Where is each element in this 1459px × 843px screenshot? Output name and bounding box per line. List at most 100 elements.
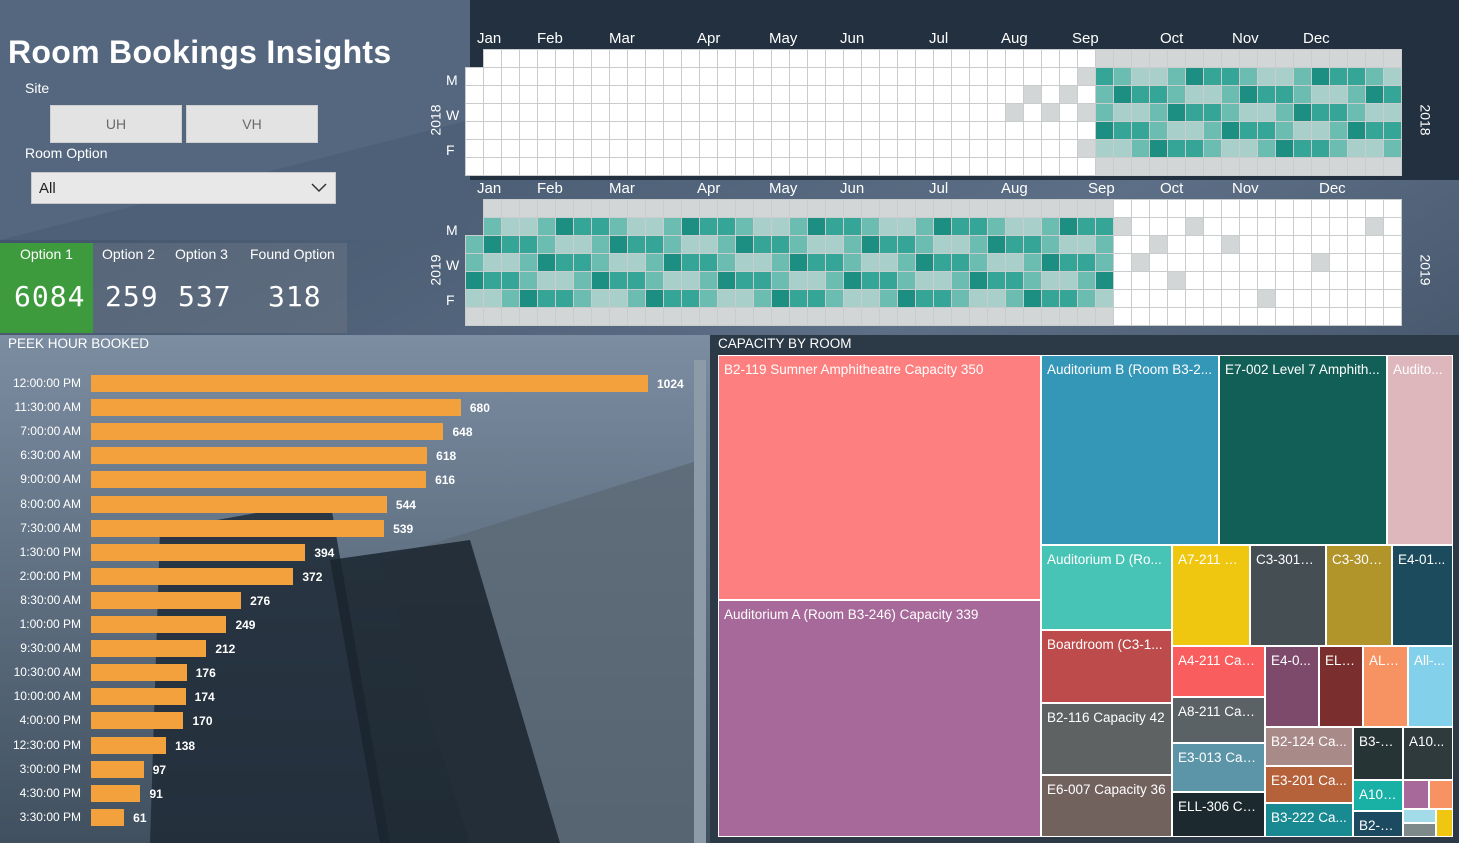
calendar-cell[interactable] (1311, 307, 1330, 326)
calendar-cell[interactable] (771, 217, 790, 236)
calendar-cell[interactable] (1329, 271, 1348, 290)
calendar-cell[interactable] (483, 253, 502, 272)
calendar-cell[interactable] (1077, 67, 1096, 86)
calendar-cell[interactable] (1275, 85, 1294, 104)
calendar-cell[interactable] (789, 67, 808, 86)
calendar-cell[interactable] (897, 199, 916, 218)
calendar-cell[interactable] (501, 289, 520, 308)
calendar-cell[interactable] (843, 139, 862, 158)
calendar-cell[interactable] (771, 235, 790, 254)
calendar-cell[interactable] (699, 235, 718, 254)
calendar-cell[interactable] (879, 217, 898, 236)
calendar-cell[interactable] (1365, 121, 1384, 140)
treemap-tile[interactable]: Auditorium A (Room B3-246) Capacity 339 (718, 600, 1041, 837)
calendar-cell[interactable] (663, 139, 682, 158)
calendar-cell[interactable] (717, 289, 736, 308)
calendar-cell[interactable] (771, 199, 790, 218)
calendar-cell[interactable] (717, 253, 736, 272)
kpi-label-option-3[interactable]: Option 3 (169, 243, 228, 265)
calendar-cell[interactable] (1131, 121, 1150, 140)
calendar-cell[interactable] (789, 217, 808, 236)
calendar-cell[interactable] (771, 157, 790, 176)
treemap-tile-small[interactable] (1436, 809, 1453, 837)
calendar-cell[interactable] (681, 271, 700, 290)
calendar-cell[interactable] (825, 67, 844, 86)
calendar-cell[interactable] (987, 199, 1006, 218)
calendar-cell[interactable] (735, 157, 754, 176)
calendar-cell[interactable] (591, 85, 610, 104)
treemap-tile[interactable]: B2-116 Capacity 42 (1041, 703, 1172, 775)
calendar-cell[interactable] (1149, 49, 1168, 68)
calendar-cell[interactable] (1203, 49, 1222, 68)
calendar-cell[interactable] (897, 85, 916, 104)
calendar-cell[interactable] (1041, 289, 1060, 308)
calendar-cell[interactable] (1275, 49, 1294, 68)
calendar-cell[interactable] (537, 217, 556, 236)
calendar-cell[interactable] (1347, 235, 1366, 254)
calendar-cell[interactable] (879, 253, 898, 272)
calendar-cell[interactable] (1239, 199, 1258, 218)
calendar-cell[interactable] (1221, 85, 1240, 104)
calendar-cell[interactable] (627, 67, 646, 86)
calendar-cell[interactable] (1131, 271, 1150, 290)
calendar-cell[interactable] (519, 121, 538, 140)
calendar-cell[interactable] (1383, 103, 1402, 122)
calendar-cell[interactable] (1005, 157, 1024, 176)
calendar-cell[interactable] (1005, 139, 1024, 158)
calendar-cell[interactable] (1149, 67, 1168, 86)
bar[interactable] (91, 543, 306, 561)
calendar-cell[interactable] (915, 253, 934, 272)
calendar-cell[interactable] (1113, 139, 1132, 158)
calendar-cell[interactable] (1149, 217, 1168, 236)
calendar-cell[interactable] (969, 217, 988, 236)
calendar-cell[interactable] (951, 307, 970, 326)
calendar-cell[interactable] (1329, 253, 1348, 272)
calendar-cell[interactable] (897, 157, 916, 176)
calendar-cell[interactable] (465, 307, 484, 326)
calendar-cell[interactable] (771, 307, 790, 326)
calendar-cell[interactable] (951, 253, 970, 272)
calendar-cell[interactable] (1023, 235, 1042, 254)
calendar-cell[interactable] (735, 253, 754, 272)
calendar-cell[interactable] (1077, 157, 1096, 176)
calendar-cell[interactable] (609, 289, 628, 308)
calendar-cell[interactable] (681, 121, 700, 140)
calendar-cell[interactable] (681, 103, 700, 122)
calendar-cell[interactable] (753, 103, 772, 122)
calendar-cell[interactable] (1041, 157, 1060, 176)
treemap-tile[interactable]: B2-124 Ca... (1265, 727, 1353, 766)
calendar-cell[interactable] (483, 289, 502, 308)
calendar-cell[interactable] (879, 157, 898, 176)
calendar-cell[interactable] (1077, 139, 1096, 158)
calendar-cell[interactable] (717, 67, 736, 86)
calendar-cell[interactable] (483, 49, 502, 68)
calendar-cell[interactable] (591, 235, 610, 254)
calendar-cell[interactable] (969, 49, 988, 68)
kpi-label-found-option[interactable]: Found Option (244, 243, 335, 265)
calendar-cell[interactable] (1023, 271, 1042, 290)
calendar-cell[interactable] (753, 307, 772, 326)
site-button-uh[interactable]: UH (50, 105, 182, 143)
calendar-cell[interactable] (555, 253, 574, 272)
room-option-dropdown[interactable]: All (31, 172, 336, 204)
calendar-cell[interactable] (1095, 217, 1114, 236)
calendar-cell[interactable] (681, 235, 700, 254)
treemap-tile[interactable]: ELL-306 Ca... (1172, 792, 1265, 837)
calendar-cell[interactable] (591, 157, 610, 176)
calendar-cell[interactable] (1329, 67, 1348, 86)
calendar-cell[interactable] (1365, 289, 1384, 308)
calendar-cell[interactable] (1221, 199, 1240, 218)
calendar-cell[interactable] (1311, 253, 1330, 272)
calendar-cell[interactable] (1185, 157, 1204, 176)
calendar-cell[interactable] (1203, 157, 1222, 176)
calendar-cell[interactable] (1167, 49, 1186, 68)
calendar-cell[interactable] (519, 235, 538, 254)
calendar-cell[interactable] (555, 235, 574, 254)
calendar-cell[interactable] (1257, 139, 1276, 158)
calendar-cell[interactable] (1293, 253, 1312, 272)
calendar-cell[interactable] (537, 67, 556, 86)
calendar-cell[interactable] (699, 121, 718, 140)
calendar-cell[interactable] (1023, 307, 1042, 326)
calendar-cell[interactable] (699, 103, 718, 122)
calendar-cell[interactable] (915, 85, 934, 104)
